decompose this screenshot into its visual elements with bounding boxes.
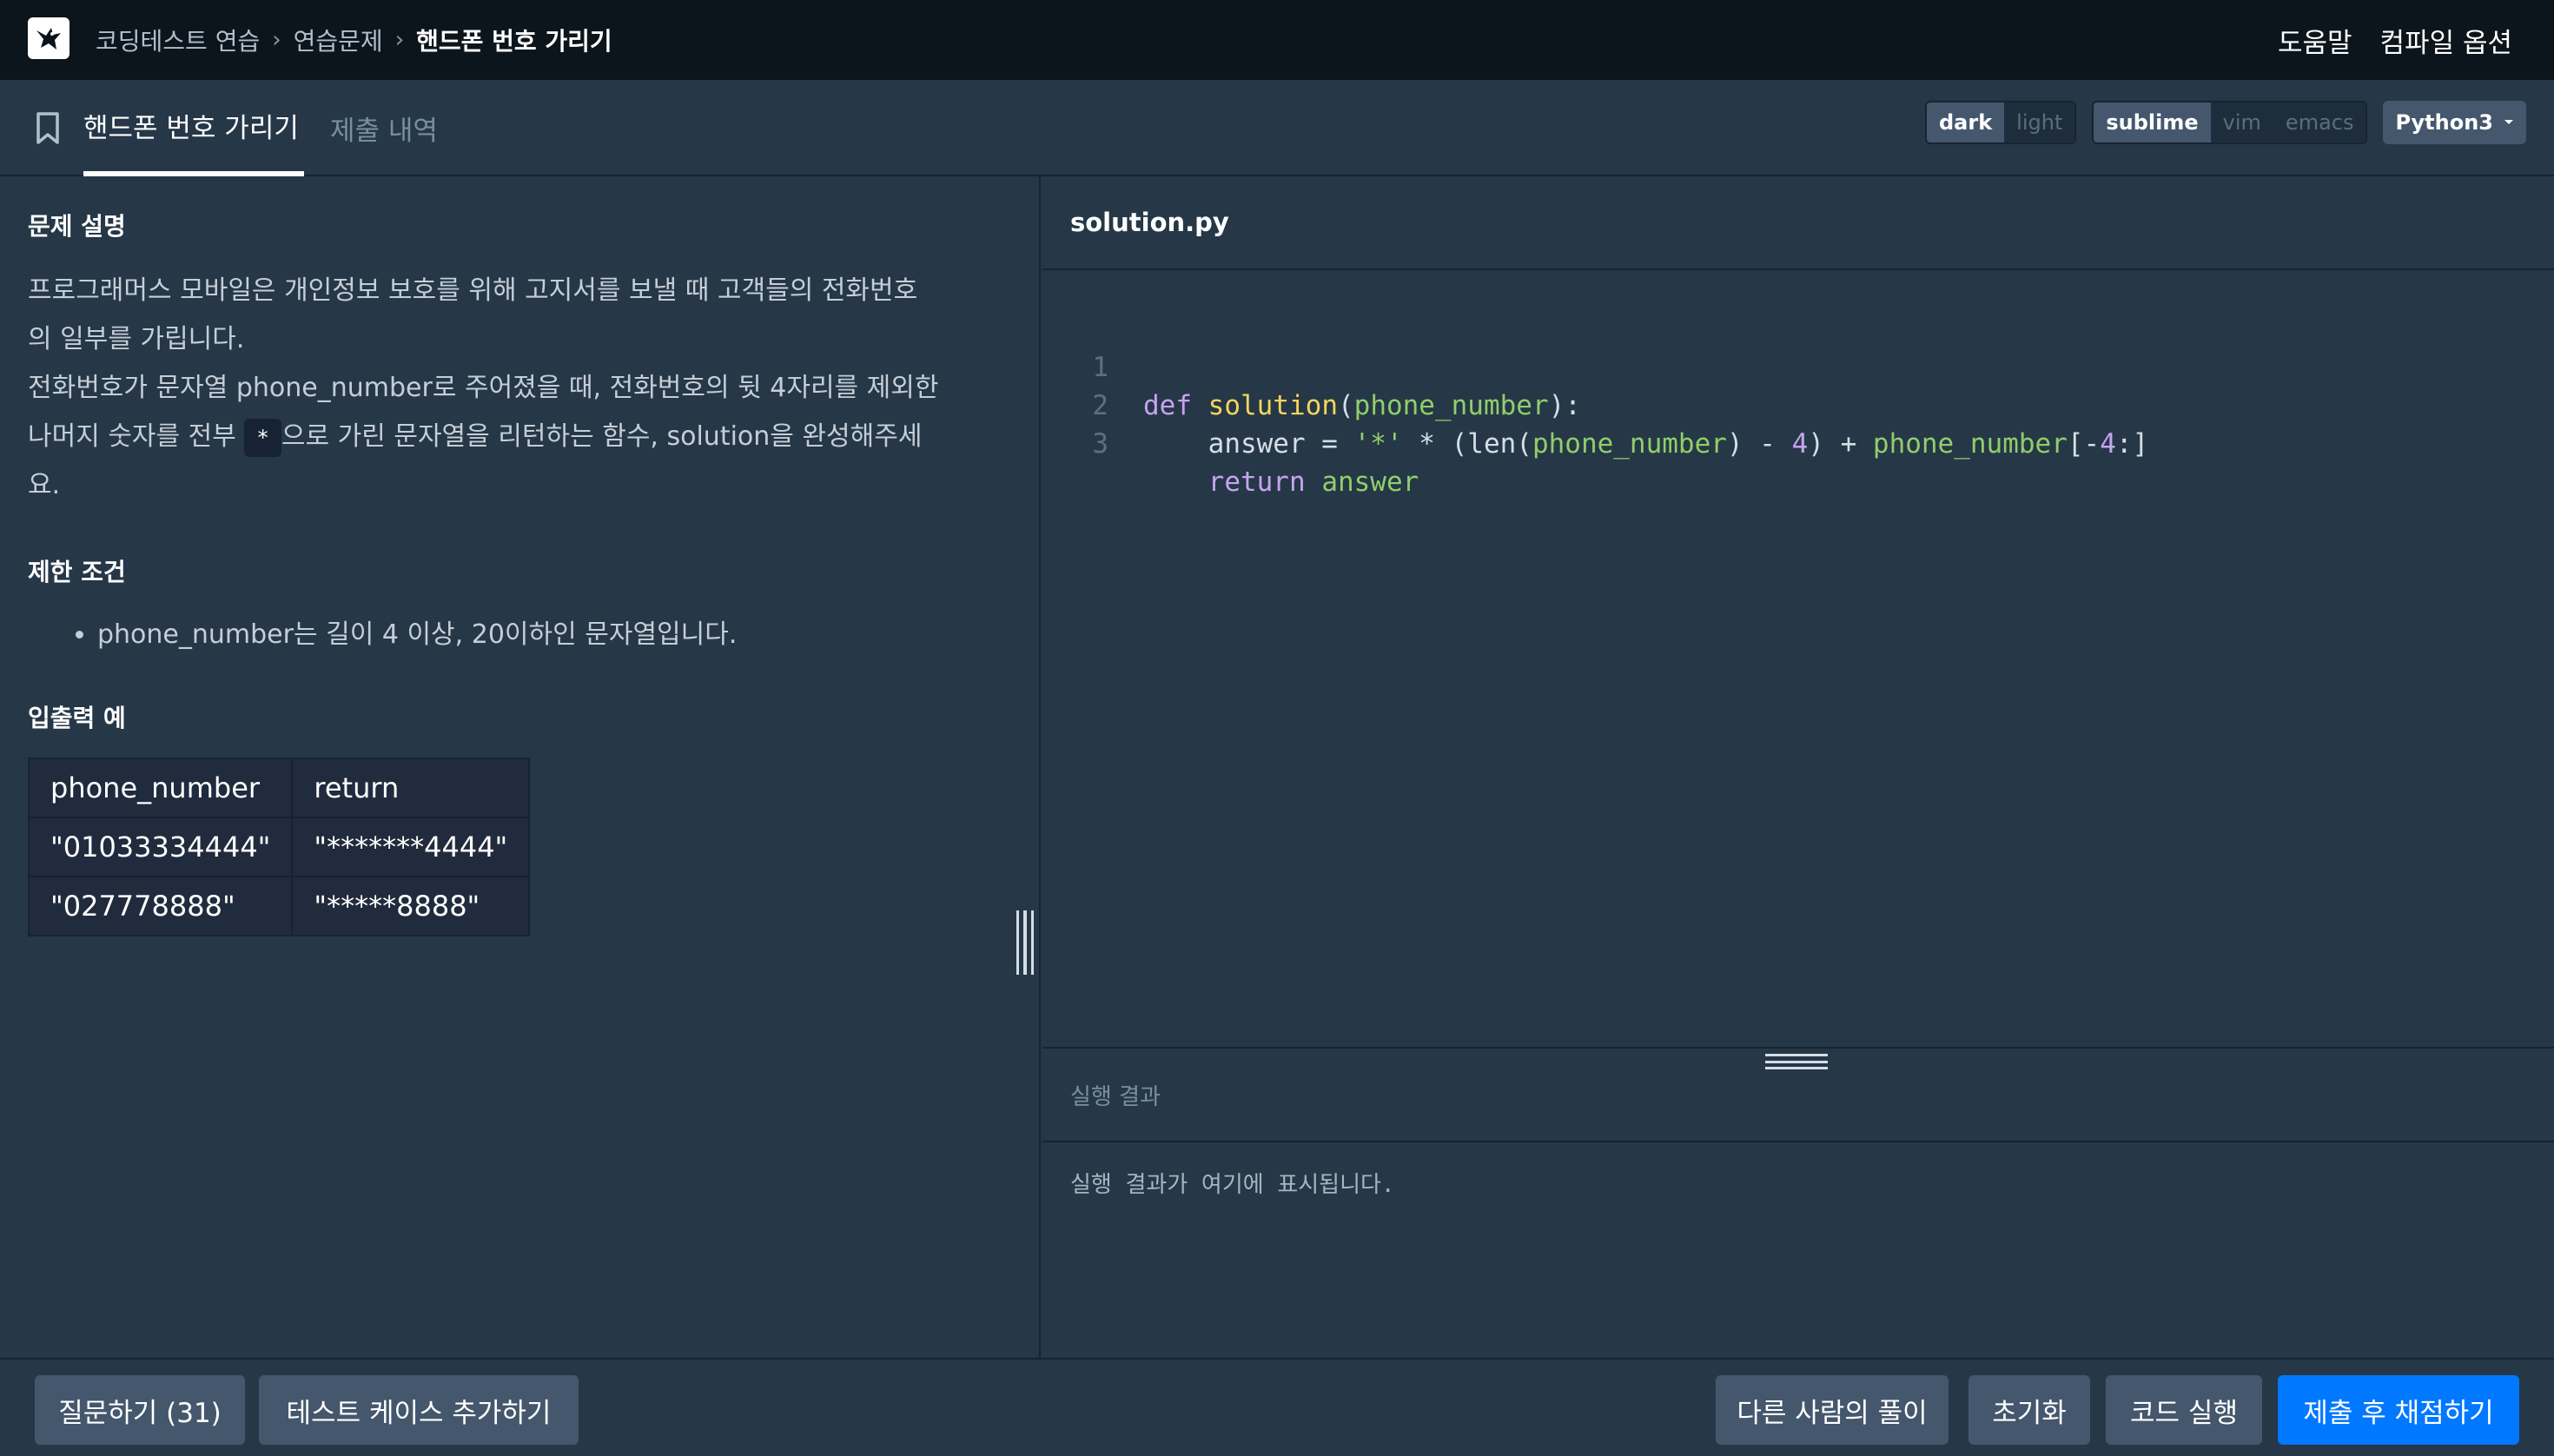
keymap-emacs-button[interactable]: emacs	[2273, 103, 2366, 142]
table-cell: "027778888"	[27, 876, 294, 936]
description-line: 요.	[28, 470, 61, 500]
breadcrumb-practice[interactable]: 연습문제	[294, 23, 383, 57]
programmers-logo-icon[interactable]	[28, 17, 69, 59]
vertical-resize-handle[interactable]	[1016, 910, 1034, 975]
line-number: 3	[1092, 428, 1108, 460]
tab-submissions[interactable]: 제출 내역	[330, 80, 438, 176]
compile-options-link[interactable]: 컴파일 옵션	[2380, 21, 2512, 60]
table-header-cell: return	[291, 758, 531, 818]
table-row: "027778888" "*****8888"	[27, 876, 531, 936]
description-line: 나머지 숫자를 전부 * 으로 가린 문자열을 리턴하는 함수, solution…	[28, 413, 1018, 461]
description-title: 문제 설명	[28, 212, 126, 241]
chevron-right-icon: ›	[394, 27, 405, 53]
caret-down-icon	[2504, 120, 2513, 124]
editor-filename: solution.py	[1042, 176, 2554, 270]
description-text: 나머지 숫자를 전부	[28, 421, 236, 452]
theme-toggle: dark light	[1925, 101, 2077, 144]
theme-dark-button[interactable]: dark	[1927, 103, 2005, 142]
theme-light-button[interactable]: light	[2004, 103, 2075, 142]
description-line: 의 일부를 가립니다.	[28, 324, 245, 354]
others-solutions-button[interactable]: 다른 사람의 풀이	[1716, 1375, 1949, 1445]
description-line: 프로그래머스 모바일은 개인정보 보호를 위해 고지서를 보낼 때 고객들의 전…	[28, 275, 918, 306]
code-editor[interactable]: 1 def solution(phone_number): 2 answer =…	[1042, 270, 2554, 1049]
code-line: 2 answer = '*' * (len(phone_number) - 4)…	[1042, 348, 2148, 460]
run-code-button[interactable]: 코드 실행	[2106, 1375, 2262, 1445]
problem-description: 프로그래머스 모바일은 개인정보 보호를 위해 고지서를 보낼 때 고객들의 전…	[28, 267, 1018, 510]
breadcrumb: 코딩테스트 연습 › 연습문제 › 핸드폰 번호 가리기	[96, 0, 612, 80]
chevron-right-icon: ›	[272, 27, 281, 53]
keymap-toggle: sublime vim emacs	[2092, 101, 2368, 144]
table-header-row: phone_number return	[27, 758, 531, 818]
top-navigation: 코딩테스트 연습 › 연습문제 › 핸드폰 번호 가리기 도움말 컴파일 옵션	[0, 0, 2554, 80]
code-text: answer = '*' * (len(phone_number) - 4) +…	[1208, 428, 2149, 460]
inline-code: *	[244, 419, 281, 457]
bookmark-icon[interactable]	[35, 111, 61, 146]
help-link[interactable]: 도움말	[2278, 21, 2352, 60]
description-line: 전화번호가 문자열 phone_number로 주어졌을 때, 전화번호의 뒷 …	[28, 373, 939, 403]
description-text: 으로 가린 문자열을 리턴하는 함수, solution을 완성해주세	[281, 421, 923, 452]
question-button[interactable]: 질문하기 (31)	[35, 1375, 245, 1445]
result-output: 실행 결과가 여기에 표시됩니다.	[1070, 1172, 1395, 1198]
code-line: 3 return answer	[1042, 387, 1419, 498]
io-example-table: phone_number return "01033334444" "*****…	[27, 758, 531, 936]
limits-title: 제한 조건	[28, 558, 126, 586]
problem-panel: 문제 설명 프로그래머스 모바일은 개인정보 보호를 위해 고지서를 보낼 때 …	[0, 176, 1041, 1358]
breadcrumb-coding-test[interactable]: 코딩테스트 연습	[96, 23, 260, 57]
io-example-title: 입출력 예	[28, 704, 126, 732]
code-text: def solution(phone_number):	[1143, 390, 1581, 421]
list-item: phone_number는 길이 4 이상, 20이하인 문자열입니다.	[97, 612, 737, 651]
keymap-sublime-button[interactable]: sublime	[2094, 103, 2211, 142]
editor-panel: solution.py 1 def solution(phone_number)…	[1042, 176, 2554, 1358]
reset-button[interactable]: 초기화	[1968, 1375, 2090, 1445]
code-text: return answer	[1208, 467, 1419, 498]
language-select[interactable]: Python3	[2383, 101, 2526, 144]
result-title: 실행 결과	[1042, 1049, 2554, 1142]
table-cell: "*****8888"	[291, 876, 531, 936]
code-line: 1 def solution(phone_number):	[1042, 310, 1581, 421]
limits-list: phone_number는 길이 4 이상, 20이하인 문자열입니다.	[28, 612, 737, 651]
breadcrumb-current: 핸드폰 번호 가리기	[416, 27, 612, 56]
editor-options: dark light sublime vim emacs Python3	[1925, 101, 2526, 144]
add-test-case-button[interactable]: 테스트 케이스 추가하기	[259, 1375, 579, 1445]
tab-problem[interactable]: 핸드폰 번호 가리기	[83, 80, 304, 176]
table-row: "01033334444" "*******4444"	[27, 817, 531, 877]
table-cell: "01033334444"	[27, 817, 294, 877]
table-header-cell: phone_number	[27, 758, 294, 818]
language-selected-value: Python3	[2395, 110, 2493, 135]
bottom-action-bar: 질문하기 (31) 테스트 케이스 추가하기 다른 사람의 풀이 초기화 코드 …	[0, 1358, 2554, 1456]
table-cell: "*******4444"	[291, 817, 531, 877]
submit-button[interactable]: 제출 후 채점하기	[2278, 1375, 2519, 1445]
keymap-vim-button[interactable]: vim	[2210, 103, 2273, 142]
